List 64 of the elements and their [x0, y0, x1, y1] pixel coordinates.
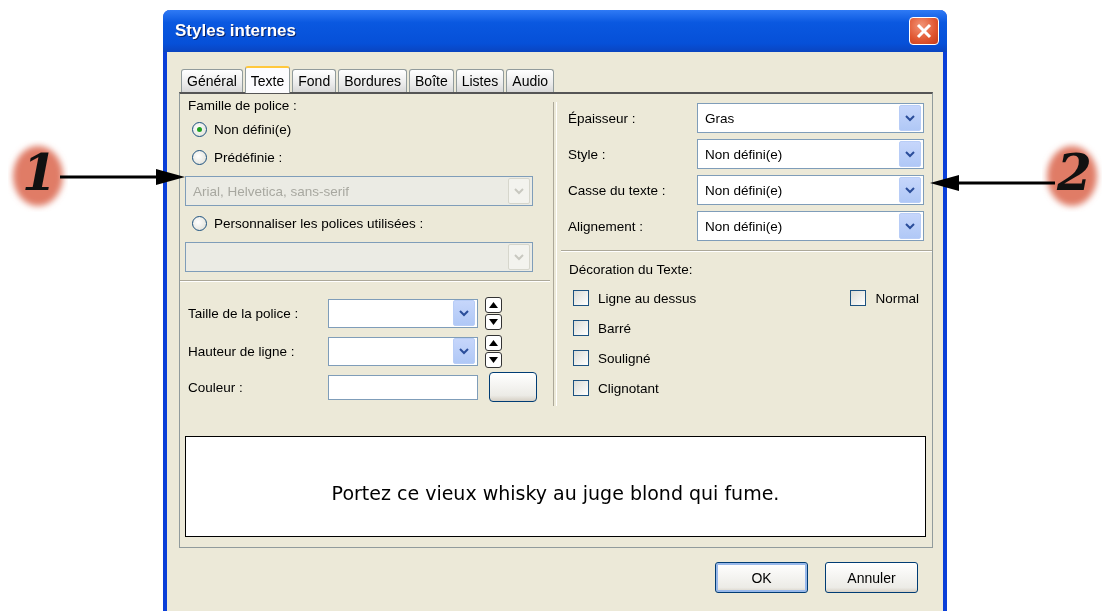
- field-label: Taille de la police :: [187, 305, 300, 321]
- chevron-down-icon: [514, 187, 524, 195]
- checkbox-label: Barré: [598, 320, 631, 336]
- field-label: Alignement :: [567, 218, 645, 234]
- spin-up-button[interactable]: [485, 296, 502, 313]
- checkbox[interactable]: [573, 380, 589, 396]
- close-button[interactable]: [909, 17, 939, 45]
- tab[interactable]: Fond: [292, 69, 337, 92]
- field-label: Épaisseur :: [567, 110, 637, 126]
- chevron-down-icon: [905, 186, 915, 194]
- color-button[interactable]: [489, 372, 537, 402]
- radio-button[interactable]: [192, 216, 207, 231]
- close-icon: [916, 23, 932, 39]
- spin-down-button[interactable]: [485, 313, 502, 330]
- preview-text: Portez ce vieux whisky au juge blond qui fume.: [331, 480, 780, 504]
- dropdown[interactable]: Non défini(e): [697, 175, 924, 205]
- dropdown[interactable]: Non défini(e): [697, 211, 924, 241]
- chevron-down-icon: [905, 222, 915, 230]
- dropdown[interactable]: Gras: [697, 103, 924, 133]
- tab[interactable]: Boîte: [409, 69, 454, 92]
- window-title: Styles internes: [175, 21, 296, 41]
- field-label: Couleur :: [187, 379, 244, 395]
- spin-up-button[interactable]: [485, 334, 502, 351]
- triangle-down-icon: [489, 318, 498, 325]
- spin-down-button[interactable]: [485, 351, 502, 368]
- callout-number: 2: [1057, 143, 1092, 203]
- chevron-down-icon: [514, 253, 524, 261]
- checkbox[interactable]: [850, 290, 867, 306]
- chevron-down-icon: [459, 309, 469, 317]
- tab[interactable]: Audio: [506, 69, 555, 92]
- checkbox-label: Clignotant: [598, 380, 659, 396]
- radio-label: Prédéfinie :: [214, 150, 283, 165]
- callout-number: 1: [22, 143, 57, 203]
- radio-button[interactable]: [192, 150, 207, 165]
- tab[interactable]: Bordures: [338, 69, 407, 92]
- chevron-down-icon: [905, 150, 915, 158]
- field-label: Style :: [567, 146, 607, 162]
- field-label: Casse du texte :: [567, 182, 667, 198]
- checkbox[interactable]: [573, 320, 589, 336]
- dropdown[interactable]: Non défini(e): [697, 139, 924, 169]
- combo-field[interactable]: [328, 336, 478, 366]
- section-label: Décoration du Texte:: [568, 262, 694, 277]
- checkbox-label: Normal: [875, 290, 919, 306]
- color-field[interactable]: [328, 374, 478, 400]
- tab[interactable]: Général: [181, 69, 243, 92]
- chevron-down-icon: [905, 114, 915, 122]
- checkbox[interactable]: [573, 350, 589, 366]
- chevron-down-icon: [459, 347, 469, 355]
- checkbox[interactable]: [573, 290, 589, 306]
- tab[interactable]: Texte: [244, 66, 291, 93]
- checkbox-label: Ligne au dessus: [598, 290, 697, 306]
- tab[interactable]: Listes: [455, 69, 505, 92]
- combo-field[interactable]: [328, 298, 478, 328]
- radio-label: Personnaliser les polices utilisées :: [214, 216, 424, 231]
- field-label: Hauteur de ligne :: [187, 343, 296, 359]
- section-label: Famille de police :: [187, 98, 298, 113]
- radio-button[interactable]: [192, 122, 207, 137]
- dialog-button[interactable]: OK: [715, 562, 808, 593]
- triangle-up-icon: [489, 301, 498, 308]
- dialog-button[interactable]: Annuler: [825, 562, 918, 593]
- triangle-down-icon: [489, 356, 498, 363]
- checkbox-label: Souligné: [598, 350, 651, 366]
- radio-label: Non défini(e): [214, 122, 292, 137]
- triangle-up-icon: [489, 339, 498, 346]
